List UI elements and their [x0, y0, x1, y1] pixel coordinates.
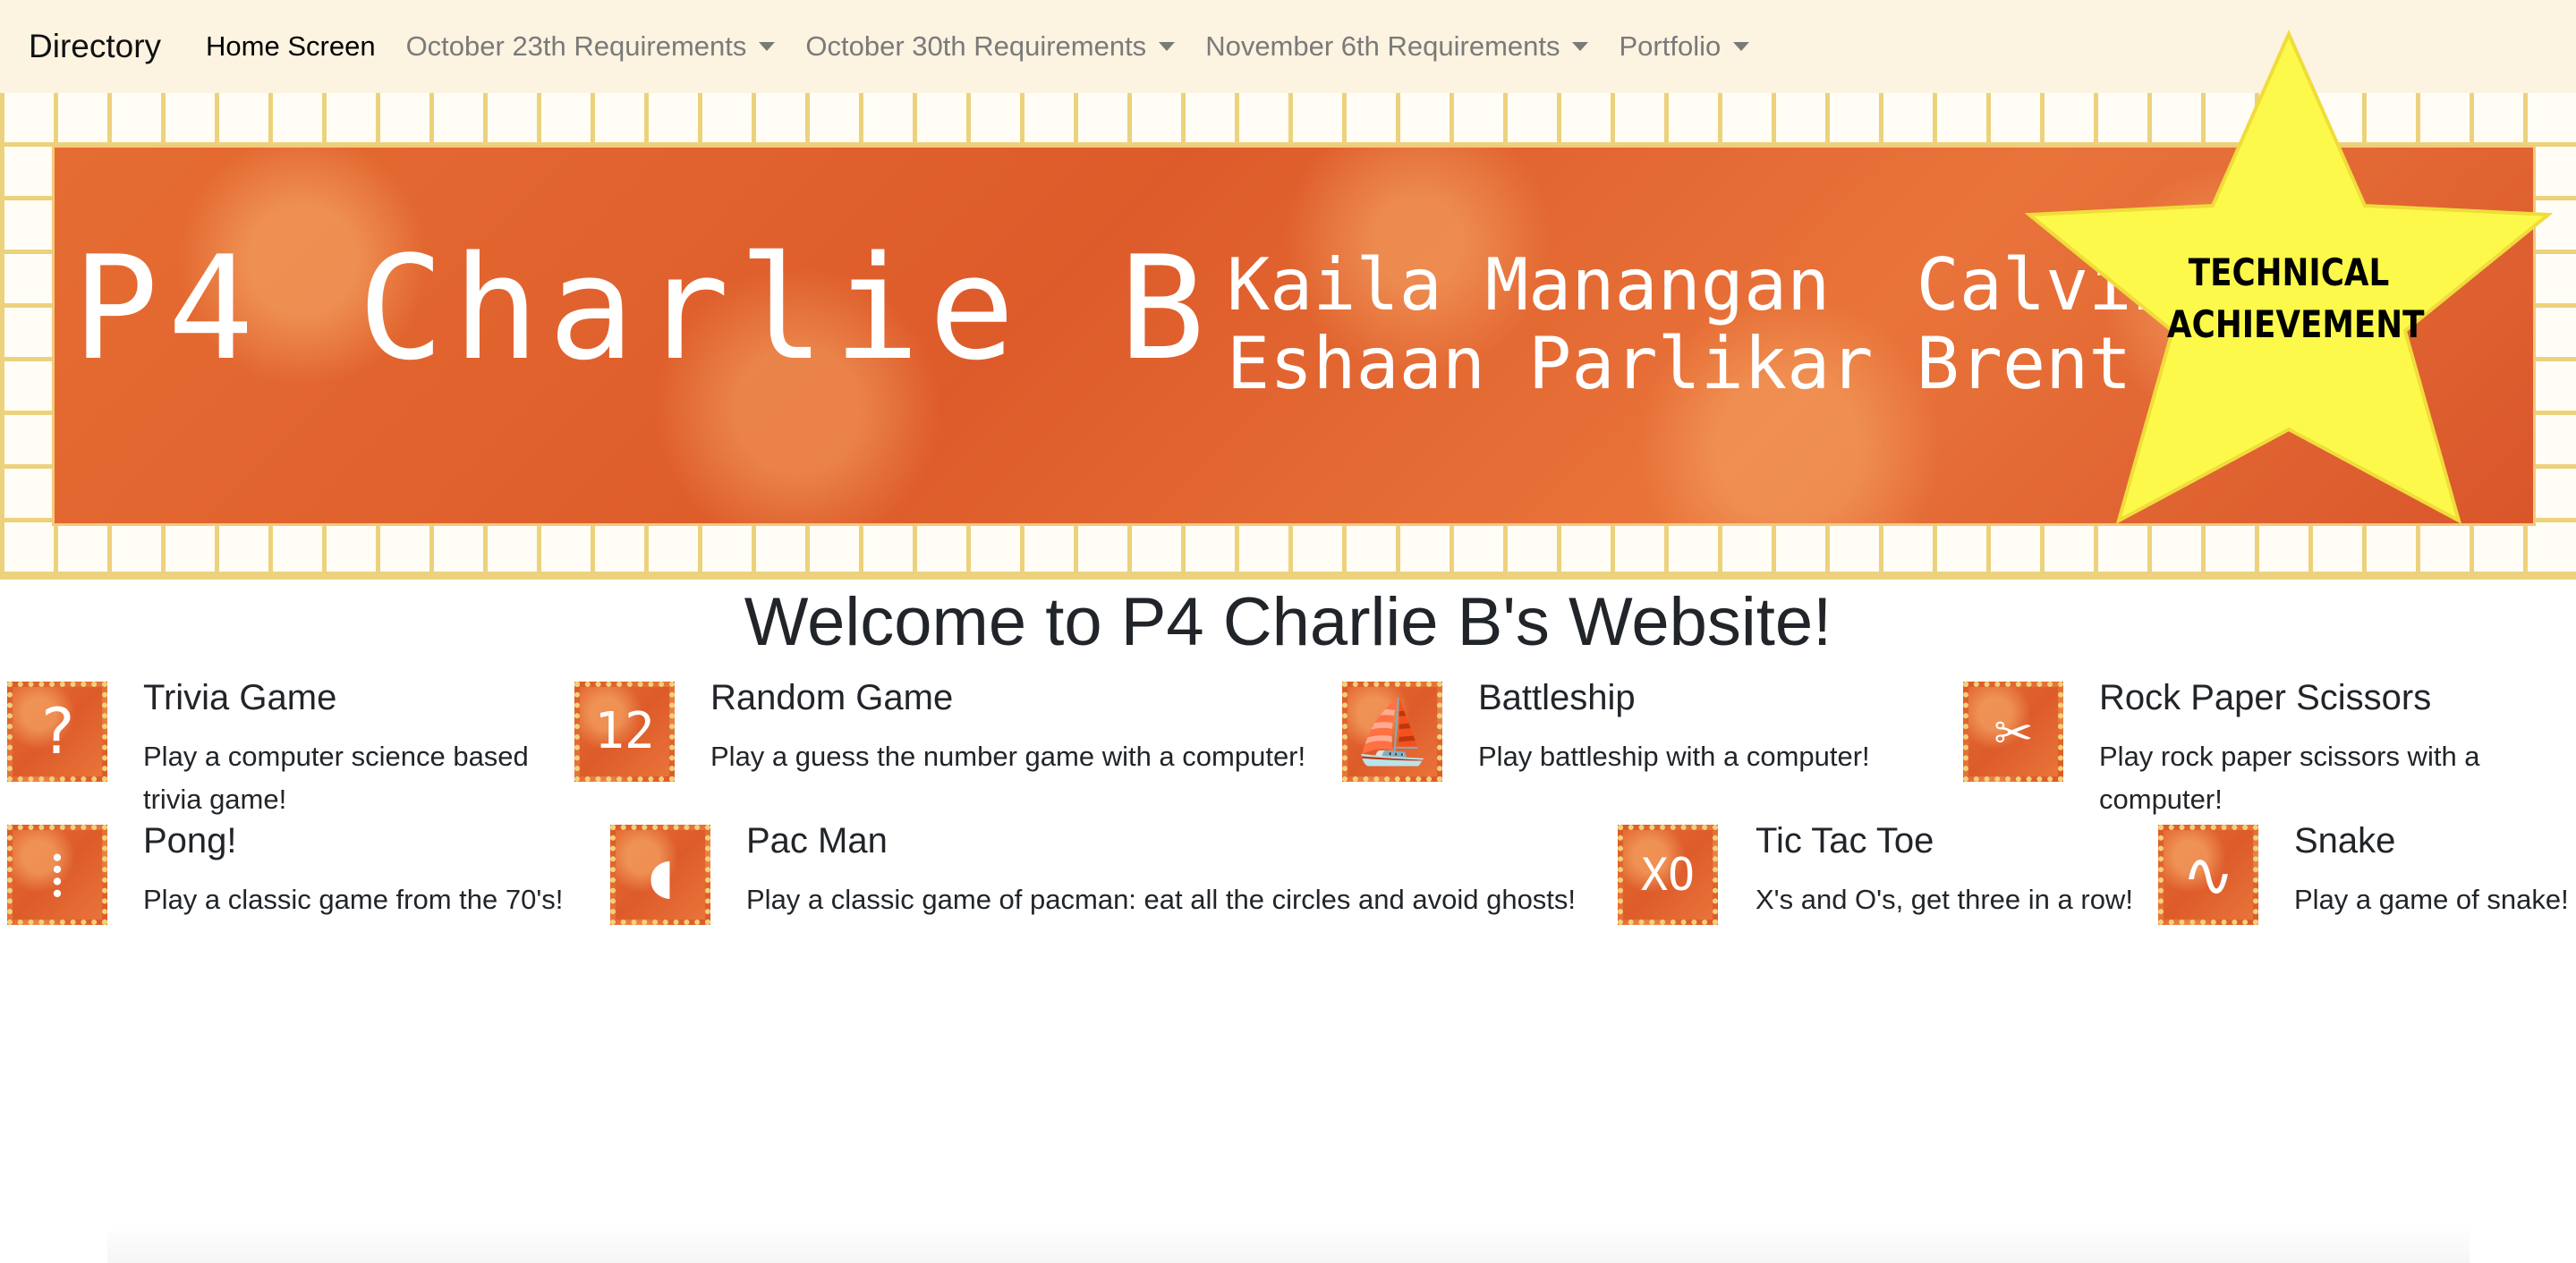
- badge-line-2: ACHIEVEMENT: [2167, 302, 2425, 346]
- nav-october-23-dropdown[interactable]: October 23th Requirements: [406, 30, 776, 63]
- game-description: Play battleship with a computer!: [1478, 741, 1870, 772]
- badge-line-1: TECHNICAL: [2188, 250, 2390, 294]
- game-description: Play a classic game from the 70's!: [143, 884, 564, 915]
- game-title[interactable]: Random Game: [710, 678, 953, 718]
- nav-portfolio-label: Portfolio: [1619, 30, 1722, 62]
- caret-down-icon: [1733, 42, 1750, 51]
- pacman-icon[interactable]: ◖: [610, 825, 710, 925]
- caret-down-icon: [759, 42, 776, 51]
- nav-home-screen[interactable]: Home Screen: [206, 30, 376, 63]
- game-title[interactable]: Battleship: [1478, 678, 1636, 718]
- game-title[interactable]: Trivia Game: [143, 678, 336, 718]
- technical-achievement-badge: TECHNICAL ACHIEVEMENT: [2167, 247, 2425, 351]
- snake-icon[interactable]: ∿: [2158, 825, 2258, 925]
- nav-home-label: Home Screen: [206, 30, 376, 62]
- game-description: Play a game of snake!: [2294, 884, 2569, 915]
- game-description: Play rock paper scissors with a computer…: [2099, 741, 2480, 815]
- question-mark-icon[interactable]: ?: [7, 682, 107, 782]
- footer-shadow: [107, 1225, 2470, 1263]
- game-title[interactable]: Snake: [2294, 821, 2395, 861]
- rock-paper-scissors-icon[interactable]: ✂: [1963, 682, 2063, 782]
- nav-oct23-label: October 23th Requirements: [405, 30, 747, 62]
- nav-november-6-dropdown[interactable]: November 6th Requirements: [1205, 30, 1589, 63]
- sailboat-icon[interactable]: ⛵: [1342, 682, 1442, 782]
- game-description: Play a classic game of pacman: eat all t…: [746, 884, 1577, 915]
- nav-portfolio-dropdown[interactable]: Portfolio: [1619, 30, 1750, 63]
- caret-down-icon: [1572, 42, 1589, 51]
- nav-nov6-label: November 6th Requirements: [1205, 30, 1560, 62]
- game-title[interactable]: Rock Paper Scissors: [2099, 678, 2431, 718]
- caret-down-icon: [1159, 42, 1176, 51]
- banner-title: P4 Charlie B: [72, 225, 1214, 392]
- tic-tac-toe-icon[interactable]: XO: [1618, 825, 1718, 925]
- game-title[interactable]: Pac Man: [746, 821, 888, 861]
- navbar-brand[interactable]: Directory: [29, 28, 161, 65]
- number-12-icon[interactable]: 12: [574, 682, 675, 782]
- game-description: X's and O's, get three in a row!: [1756, 884, 2133, 915]
- game-title[interactable]: Tic Tac Toe: [1756, 821, 1934, 861]
- nav-october-30-dropdown[interactable]: October 30th Requirements: [805, 30, 1176, 63]
- nav-oct30-label: October 30th Requirements: [805, 30, 1147, 62]
- game-description: Play a guess the number game with a comp…: [710, 741, 1306, 772]
- page-title: Welcome to P4 Charlie B's Website!: [744, 584, 1832, 660]
- pong-icon[interactable]: ⁞: [7, 825, 107, 925]
- game-description: Play a computer science based trivia gam…: [143, 741, 529, 815]
- game-title[interactable]: Pong!: [143, 821, 237, 861]
